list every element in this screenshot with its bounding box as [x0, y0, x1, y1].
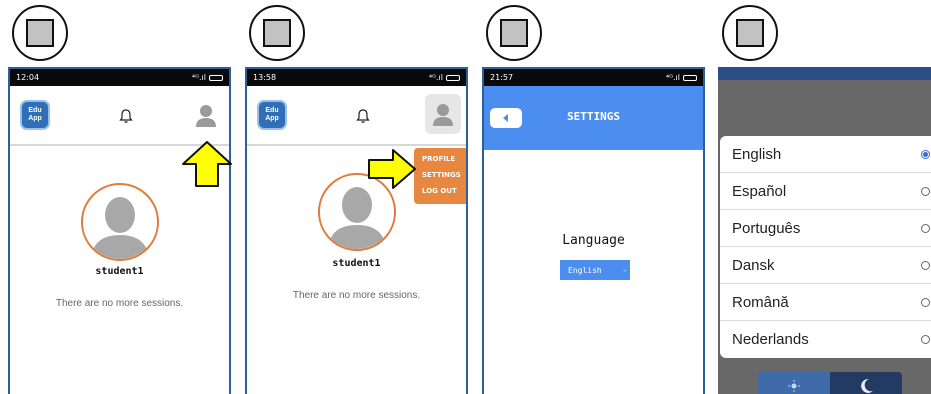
no-sessions-message: There are no more sessions. — [55, 298, 184, 309]
language-option[interactable]: Nederlands — [720, 321, 931, 358]
language-option-label: Español — [732, 183, 787, 200]
status-time: 21:57 — [490, 73, 514, 82]
signal-icon: ⁴ᴳ.ıl — [665, 73, 680, 82]
battery-icon — [683, 74, 697, 81]
bell-icon[interactable] — [356, 108, 370, 124]
user-icon[interactable] — [194, 102, 218, 128]
step-marker-square — [736, 19, 764, 47]
step-marker — [12, 5, 68, 61]
panel-4: English Español Português Dansk Română N… — [718, 0, 931, 394]
logo-text-2: App — [265, 115, 279, 122]
status-bar: 21:57 ⁴ᴳ.ıl — [484, 69, 703, 86]
app-logo[interactable]: Edu App — [257, 100, 287, 130]
menu-item-profile[interactable]: PROFILE — [422, 155, 455, 163]
step-marker — [249, 5, 305, 61]
radio-icon[interactable] — [921, 335, 930, 344]
language-option[interactable]: Română — [720, 284, 931, 321]
radio-icon[interactable] — [921, 224, 930, 233]
language-option-label: English — [732, 146, 782, 163]
status-time: 12:04 — [16, 73, 40, 82]
page-title: SETTINGS — [567, 110, 620, 123]
signal-icon: ⁴ᴳ.ıl — [428, 73, 443, 82]
battery-icon — [446, 74, 460, 81]
chevron-down-icon: ⌄ — [622, 265, 627, 273]
radio-icon[interactable] — [921, 187, 930, 196]
phone-screen: 21:57 ⁴ᴳ.ıl SETTINGS Language English ⌄ — [482, 67, 705, 394]
app-logo[interactable]: Edu App — [20, 100, 50, 130]
radio-selected-icon[interactable] — [921, 150, 930, 159]
step-marker-square — [500, 19, 528, 47]
radio-icon[interactable] — [921, 298, 930, 307]
dimmed-header — [718, 67, 931, 80]
highlight-arrow-icon — [182, 141, 232, 187]
logo-text-1: Edu — [28, 107, 42, 114]
status-time: 13:58 — [253, 73, 277, 82]
language-label: Language — [562, 233, 625, 248]
sun-icon — [788, 380, 800, 392]
language-option[interactable]: English — [720, 136, 931, 173]
language-option-label: Română — [732, 294, 789, 311]
app-bar: Edu App — [247, 86, 466, 146]
phone-screen: 12:04 ⁴ᴳ.ıl Edu App student1 There are no… — [8, 67, 231, 394]
language-option-label: Nederlands — [732, 331, 809, 348]
bell-icon[interactable] — [119, 108, 133, 124]
radio-icon[interactable] — [921, 261, 930, 270]
panel-2: 13:58 ⁴ᴳ.ıl Edu App student1 There are no… — [245, 0, 468, 394]
battery-icon — [209, 74, 223, 81]
phone-screen: 13:58 ⁴ᴳ.ıl Edu App student1 There are no… — [245, 67, 468, 394]
language-select[interactable]: English ⌄ — [560, 260, 630, 280]
step-marker — [722, 5, 778, 61]
language-option[interactable]: Español — [720, 173, 931, 210]
menu-item-settings[interactable]: SETTINGS — [422, 171, 461, 179]
username: student1 — [95, 266, 144, 277]
language-option[interactable]: Dansk — [720, 247, 931, 284]
panel-3: 21:57 ⁴ᴳ.ıl SETTINGS Language English ⌄ — [482, 0, 705, 394]
menu-item-logout[interactable]: LOG OUT — [422, 187, 457, 195]
step-marker-square — [263, 19, 291, 47]
signal-icon: ⁴ᴳ.ıl — [191, 73, 206, 82]
settings-header: SETTINGS — [484, 86, 703, 150]
language-select-value: English — [568, 265, 602, 275]
no-sessions-message: There are no more sessions. — [292, 290, 421, 301]
logo-text-1: Edu — [265, 107, 279, 114]
highlight-arrow-icon — [368, 149, 416, 189]
user-button[interactable] — [425, 94, 461, 134]
language-dialog: English Español Português Dansk Română N… — [720, 136, 931, 358]
user-dropdown-menu: PROFILE SETTINGS LOG OUT — [414, 148, 466, 204]
theme-light-half[interactable] — [758, 372, 830, 394]
logo-text-2: App — [28, 115, 42, 122]
panel-1: 12:04 ⁴ᴳ.ıl Edu App student1 There are no… — [8, 0, 232, 394]
user-icon — [433, 104, 453, 126]
step-marker-square — [26, 19, 54, 47]
status-bar: 12:04 ⁴ᴳ.ıl — [10, 69, 229, 86]
language-option-label: Português — [732, 220, 801, 237]
status-bar: 13:58 ⁴ᴳ.ıl — [247, 69, 466, 86]
profile-avatar — [81, 183, 159, 261]
theme-toggle[interactable] — [758, 372, 902, 394]
app-bar: Edu App — [10, 86, 229, 146]
language-option[interactable]: Português — [720, 210, 931, 247]
moon-icon — [861, 378, 873, 393]
step-marker — [486, 5, 542, 61]
phone-screen: English Español Português Dansk Română N… — [718, 67, 931, 394]
username: student1 — [332, 258, 381, 269]
avatar-silhouette-icon — [91, 197, 149, 259]
language-option-label: Dansk — [732, 257, 775, 274]
